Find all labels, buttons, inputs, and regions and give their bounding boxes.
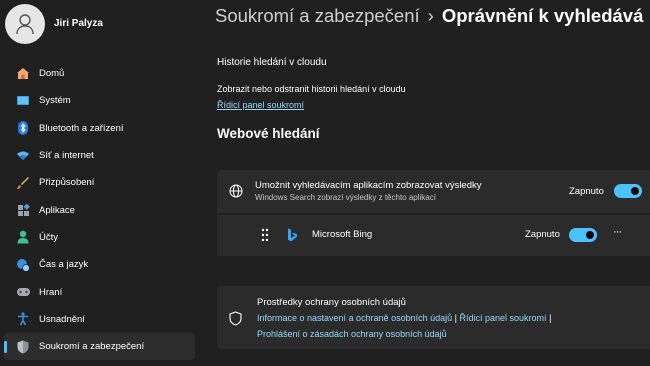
sidebar-item-time-language[interactable]: Čas a jazyk [4,251,195,278]
bing-app-name: Microsoft Bing [312,229,373,240]
bing-toggle[interactable] [569,228,597,242]
privacy-dashboard-link[interactable]: Řídicí panel soukromí [217,100,304,110]
sidebar-item-bluetooth[interactable]: Bluetooth a zařízení [4,115,195,142]
allow-search-apps-toggle[interactable] [614,184,642,198]
accessibility-icon [15,311,31,327]
link-separator: | [454,313,457,323]
sidebar-item-label: Přizpůsobení [39,177,95,189]
sidebar-item-label: Bluetooth a zařízení [39,122,124,134]
user-name: Jiri Palyza [54,18,103,29]
bluetooth-icon [15,120,31,136]
privacy-statement-link[interactable]: Prohlášení o zásadách ochrany osobních ú… [257,329,447,339]
shield-outline-icon [229,311,242,329]
brush-icon [15,175,31,191]
allow-search-apps-setting[interactable]: Umožnit vyhledávacím aplikacím zobrazova… [217,170,650,213]
sidebar-item-label: Systém [39,95,71,107]
sidebar-item-apps[interactable]: Aplikace [4,196,195,223]
breadcrumb: Soukromí a zabezpečení › Oprávnění k vyhle… [215,4,650,28]
home-icon [15,66,31,82]
privacy-resources-links: Informace o nastavení a ochraně osobních… [257,313,551,323]
privacy-resources-title: Prostředky ochrany osobních údajů [257,297,406,308]
link-separator: | [549,313,552,323]
user-icon [16,14,34,35]
sidebar: Jiri Palyza Domů Systém Bluetooth a zaří… [0,0,205,366]
breadcrumb-separator: › [427,5,434,26]
bing-status: Zapnuto [525,229,560,240]
person-icon [15,229,31,245]
gamepad-icon [15,284,31,300]
privacy-dashboard-link-2[interactable]: Řídicí panel soukromí [460,313,547,323]
monitor-icon [15,93,31,109]
cloud-history-heading: Historie hledání v cloudu [217,57,327,68]
sidebar-item-label: Aplikace [39,204,75,216]
allow-search-apps-title: Umožnit vyhledávacím aplikacím zobrazova… [255,180,482,191]
allow-search-apps-subtitle: Windows Search zobrazí výsledky z těchto… [255,193,436,202]
avatar[interactable] [5,4,45,44]
shield-icon [15,339,31,355]
sidebar-nav: Domů Systém Bluetooth a zařízení Síť a i… [0,60,205,361]
wifi-icon [15,148,31,164]
privacy-settings-info-link[interactable]: Informace o nastavení a ochraně osobních… [257,313,452,323]
sidebar-item-network[interactable]: Síť a internet [4,142,195,169]
allow-search-apps-status: Zapnuto [569,186,604,197]
sidebar-item-privacy-security[interactable]: Soukromí a zabezpečení [4,332,195,361]
sidebar-item-label: Čas a jazyk [39,259,89,271]
sidebar-item-accessibility[interactable]: Usnadnění [4,306,195,333]
sidebar-item-personalization[interactable]: Přizpůsobení [4,169,195,196]
globe-clock-icon [15,257,31,273]
sidebar-item-label: Usnadnění [39,313,85,325]
sidebar-item-gaming[interactable]: Hraní [4,278,195,305]
privacy-resources-card: Prostředky ochrany osobních údajů Inform… [217,286,650,349]
bing-more-options-button[interactable]: ··· [613,226,622,238]
sidebar-item-accounts[interactable]: Účty [4,224,195,251]
web-search-heading: Webové hledání [217,126,320,141]
sidebar-item-label: Soukromí a zabezpečení [39,341,145,353]
toggle-knob [631,187,639,195]
toggle-knob [586,231,594,239]
globe-icon [229,184,243,201]
sidebar-item-label: Účty [39,231,58,243]
sidebar-item-label: Hraní [39,286,63,298]
apps-icon [15,202,31,218]
sidebar-item-home[interactable]: Domů [4,60,195,87]
page-title: Oprávnění k vyhledává [441,5,644,26]
sidebar-item-system[interactable]: Systém [4,87,195,114]
sidebar-item-label: Domů [39,68,65,80]
cloud-history-description: Zobrazit nebo odstranit historii hledání… [217,84,406,94]
bing-search-app-row: Microsoft Bing Zapnuto ··· [217,215,650,256]
sidebar-item-label: Síť a internet [39,150,94,162]
breadcrumb-parent-link[interactable]: Soukromí a zabezpečení [215,5,420,26]
drag-handle-icon[interactable] [261,228,269,245]
bing-logo-icon [287,228,298,245]
